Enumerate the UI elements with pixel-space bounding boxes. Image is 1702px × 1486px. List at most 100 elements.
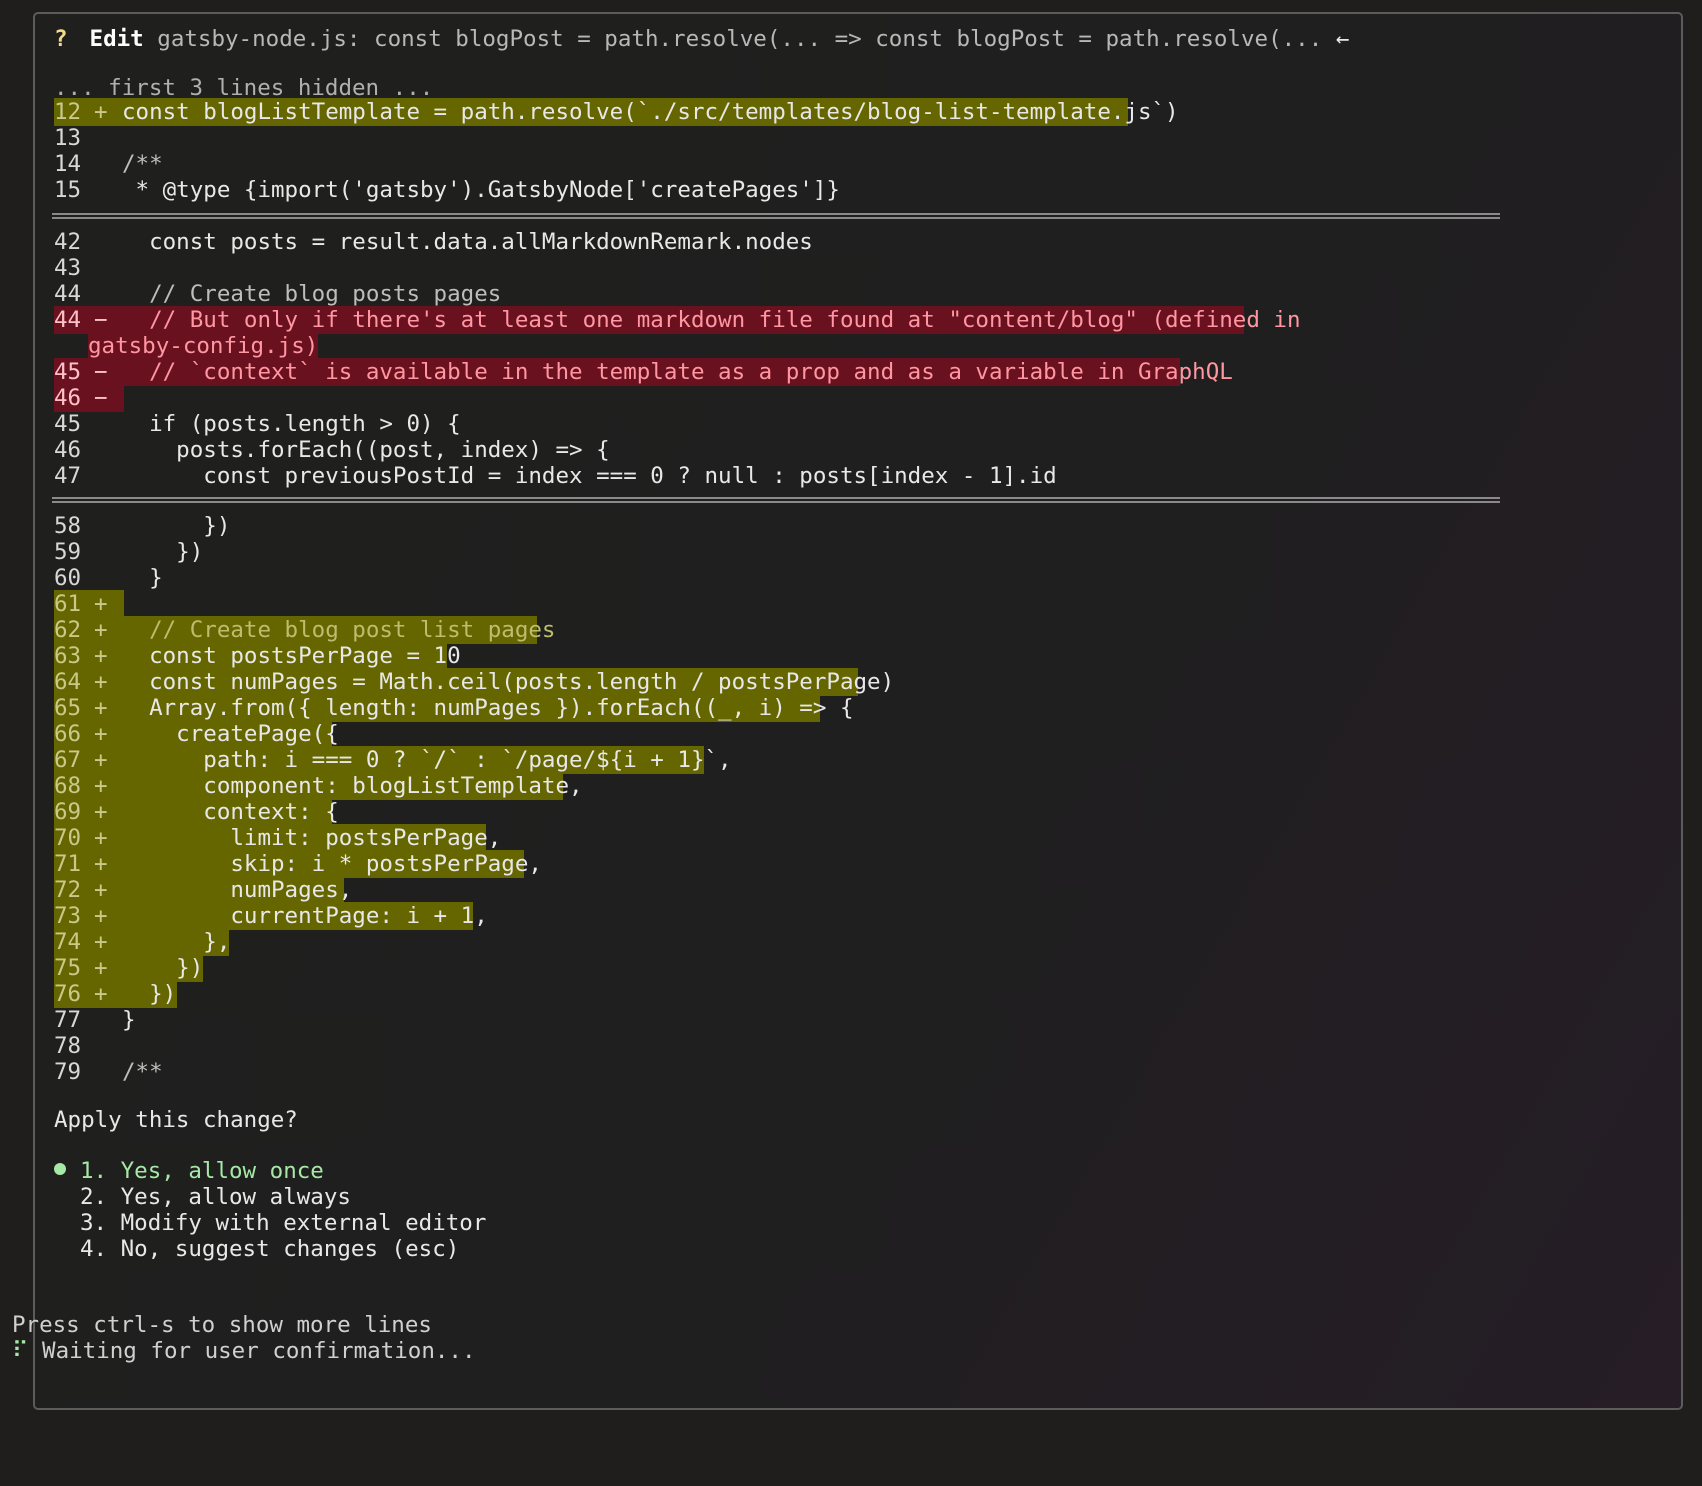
line-number: 44 xyxy=(54,307,82,333)
diff-line: 71 + skip: i * postsPerPage, xyxy=(54,850,542,878)
diff-line: 68 + component: blogListTemplate, xyxy=(54,772,583,800)
diff-marker: + xyxy=(94,669,108,695)
diff-line: 45− // `context` is available in the tem… xyxy=(54,358,1233,386)
line-number: 72 xyxy=(54,877,82,903)
line-number: 78 xyxy=(54,1033,82,1059)
line-number: 62 xyxy=(54,617,82,643)
line-text: currentPage: i + 1, xyxy=(122,903,488,929)
diff-line: 64 + const numPages = Math.ceil(posts.len… xyxy=(54,668,894,696)
diff-marker: + xyxy=(94,617,108,643)
diff-marker: + xyxy=(94,773,108,799)
option-label: 2. Yes, allow always xyxy=(80,1184,351,1210)
line-number: 70 xyxy=(54,825,82,851)
line-number: 47 xyxy=(54,463,82,489)
line-number: 68 xyxy=(54,773,82,799)
diff-line: 78 xyxy=(54,1032,122,1060)
option-4[interactable]: 4. No, suggest changes (esc) xyxy=(54,1235,459,1263)
line-number: 45 xyxy=(54,411,82,437)
line-text: // Create blog posts pages xyxy=(122,281,502,307)
diff-marker: + xyxy=(94,903,108,929)
option-label: 4. No, suggest changes (esc) xyxy=(80,1236,460,1262)
selected-dot-icon xyxy=(54,1162,66,1175)
line-number: 13 xyxy=(54,125,82,151)
diff-line: 76 + }) xyxy=(54,980,178,1008)
diff-marker: + xyxy=(94,929,108,955)
line-text: skip: i * postsPerPage, xyxy=(122,851,542,877)
line-number: 73 xyxy=(54,903,82,929)
status-text: Waiting for user confirmation... xyxy=(42,1338,476,1364)
diff-line: 77} xyxy=(54,1006,136,1034)
diff-marker: − xyxy=(94,307,108,333)
line-text: }) xyxy=(122,539,204,565)
line-text: const postsPerPage = 10 xyxy=(122,643,461,669)
line-text: }, xyxy=(122,929,231,955)
diff-line: gatsby-config.js) xyxy=(88,332,319,360)
line-text: }) xyxy=(122,955,204,981)
diff-marker: + xyxy=(94,695,108,721)
diff-marker: − xyxy=(94,359,108,385)
diff-line: 58 }) xyxy=(54,512,230,540)
diff-line: 15 * @type {import('gatsby').GatsbyNode[… xyxy=(54,176,840,204)
line-number: 15 xyxy=(54,177,82,203)
diff-line: 44− // But only if there's at least one … xyxy=(54,306,1301,334)
diff-line: 13 xyxy=(54,124,122,152)
line-number: 59 xyxy=(54,539,82,565)
line-number: 44 xyxy=(54,281,82,307)
line-text: if (posts.length > 0) { xyxy=(122,411,461,437)
line-number: 61 xyxy=(54,591,82,617)
diff-line: 75 + }) xyxy=(54,954,203,982)
line-text: // But only if there's at least one mark… xyxy=(122,307,1301,333)
action-label: Edit xyxy=(89,26,144,52)
diff-marker: + xyxy=(94,721,108,747)
diff-line: 73 + currentPage: i + 1, xyxy=(54,902,488,930)
diff-marker: + xyxy=(94,643,108,669)
line-number: 46 xyxy=(54,437,82,463)
dialog-title: ? Edit gatsby-node.js: const blogPost = p… xyxy=(54,22,1349,56)
line-number: 79 xyxy=(54,1059,82,1085)
question-icon: ? xyxy=(54,26,68,52)
diff-line: 72 + numPages, xyxy=(54,876,352,904)
diff-marker: − xyxy=(94,385,108,411)
diff-line: 60 } xyxy=(54,564,163,592)
line-number: 76 xyxy=(54,981,82,1007)
line-text: component: blogListTemplate, xyxy=(122,773,583,799)
line-number: 69 xyxy=(54,799,82,825)
line-number: 63 xyxy=(54,643,82,669)
diff-line: 59 }) xyxy=(54,538,203,566)
diff-line: 61 + xyxy=(54,590,124,618)
diff-marker: + xyxy=(94,955,108,981)
option-2[interactable]: 2. Yes, allow always xyxy=(54,1183,351,1211)
diff-line: 63 + const postsPerPage = 10 xyxy=(54,642,461,670)
edit-description: gatsby-node.js: const blogPost = path.re… xyxy=(157,26,1323,52)
diff-line: 62 + // Create blog post list pages xyxy=(54,616,555,644)
diff-line: 43 xyxy=(54,254,122,282)
arrow-left-icon: ← xyxy=(1335,26,1350,52)
line-number: 42 xyxy=(54,229,82,255)
line-number: 66 xyxy=(54,721,82,747)
line-text: context: { xyxy=(122,799,339,825)
line-text: /** xyxy=(122,1059,163,1085)
diff-line: 47 const previousPostId = index === 0 ? … xyxy=(54,462,1057,490)
line-text: limit: postsPerPage, xyxy=(122,825,502,851)
line-text: const numPages = Math.ceil(posts.length … xyxy=(122,669,895,695)
diff-line: 67 + path: i === 0 ? `/` : `/page/${i + 1… xyxy=(54,746,732,774)
line-number: 43 xyxy=(54,255,82,281)
hunk-separator xyxy=(52,497,1500,503)
line-text: /** xyxy=(122,151,163,177)
diff-line: 74 + }, xyxy=(54,928,231,956)
diff-marker: + xyxy=(94,877,108,903)
line-text: path: i === 0 ? `/` : `/page/${i + 1}`, xyxy=(122,747,732,773)
option-3[interactable]: 3. Modify with external editor xyxy=(54,1209,486,1237)
diff-line: 46 posts.forEach((post, index) => { xyxy=(54,436,610,464)
line-number: 58 xyxy=(54,513,82,539)
line-text: const blogListTemplate = path.resolve(`.… xyxy=(122,99,1179,125)
hunk-separator xyxy=(52,213,1500,219)
diff-line: 14 /** xyxy=(54,150,163,178)
line-number: 64 xyxy=(54,669,82,695)
status-line: ⠏ Waiting for user confirmation... xyxy=(12,1337,476,1365)
line-number: 60 xyxy=(54,565,82,591)
diff-line: 45 if (posts.length > 0) { xyxy=(54,410,461,438)
line-text: }) xyxy=(122,981,177,1007)
line-text: } xyxy=(122,1007,136,1033)
option-1[interactable]: 1. Yes, allow once xyxy=(54,1157,324,1185)
